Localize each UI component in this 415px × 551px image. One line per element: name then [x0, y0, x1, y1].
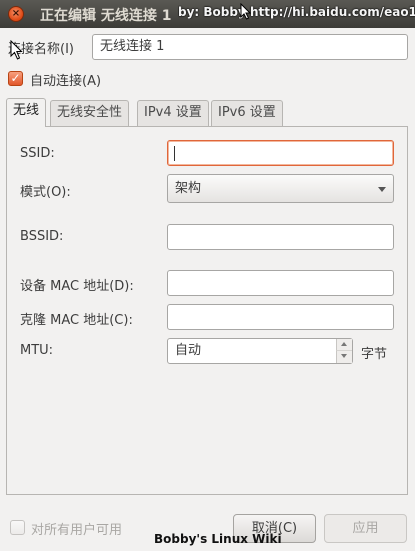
watermark-bottom: Bobby's Linux Wiki [154, 532, 282, 546]
device-mac-input[interactable] [167, 270, 394, 296]
all-users-label: 对所有用户可用 [31, 523, 123, 538]
bssid-label: BSSID: [20, 229, 64, 244]
tab-wireless-security[interactable]: 无线安全性 [50, 100, 130, 126]
mouse-cursor-icon [240, 3, 251, 20]
apply-button[interactable]: 应用 [324, 514, 407, 543]
ssid-input[interactable] [167, 140, 394, 166]
spin-down-icon[interactable] [336, 351, 352, 363]
connection-name-input[interactable]: 无线连接 1 [92, 34, 408, 60]
ssid-label: SSID: [20, 146, 55, 161]
all-users-checkbox[interactable] [10, 520, 25, 535]
window-title: 正在编辑 无线连接 1 [40, 8, 172, 24]
tab-ipv4-settings[interactable]: IPv4 设置 [137, 100, 209, 126]
watermark-top: by: Bobby http://hi.baidu.com/eao110/ [178, 5, 415, 19]
mode-select[interactable]: 架构 [167, 174, 394, 203]
mode-label: 模式(O): [20, 185, 71, 200]
mode-value: 架构 [175, 181, 202, 196]
window-titlebar: × 正在编辑 无线连接 1 by: Bobby http://hi.baidu.… [0, 0, 415, 28]
chevron-down-icon [378, 187, 386, 192]
auto-connect-checkbox[interactable]: ✓ [8, 71, 23, 86]
text-caret [174, 146, 175, 161]
cloned-mac-label: 克隆 MAC 地址(C): [20, 313, 133, 328]
mouse-cursor-icon [10, 40, 23, 60]
auto-connect-label: 自动连接(A) [30, 74, 102, 89]
device-mac-label: 设备 MAC 地址(D): [20, 279, 134, 294]
tab-wireless[interactable]: 无线 [6, 98, 47, 127]
mtu-unit-label: 字节 [361, 347, 388, 362]
tab-ipv6-settings[interactable]: IPv6 设置 [211, 100, 283, 126]
mtu-label: MTU: [20, 343, 54, 358]
close-icon[interactable]: × [8, 6, 24, 22]
mtu-spinbutton[interactable]: 自动 [167, 338, 353, 364]
cloned-mac-input[interactable] [167, 304, 394, 330]
spin-up-icon[interactable] [336, 339, 352, 351]
mtu-value: 自动 [175, 343, 202, 358]
bssid-input[interactable] [167, 224, 394, 250]
